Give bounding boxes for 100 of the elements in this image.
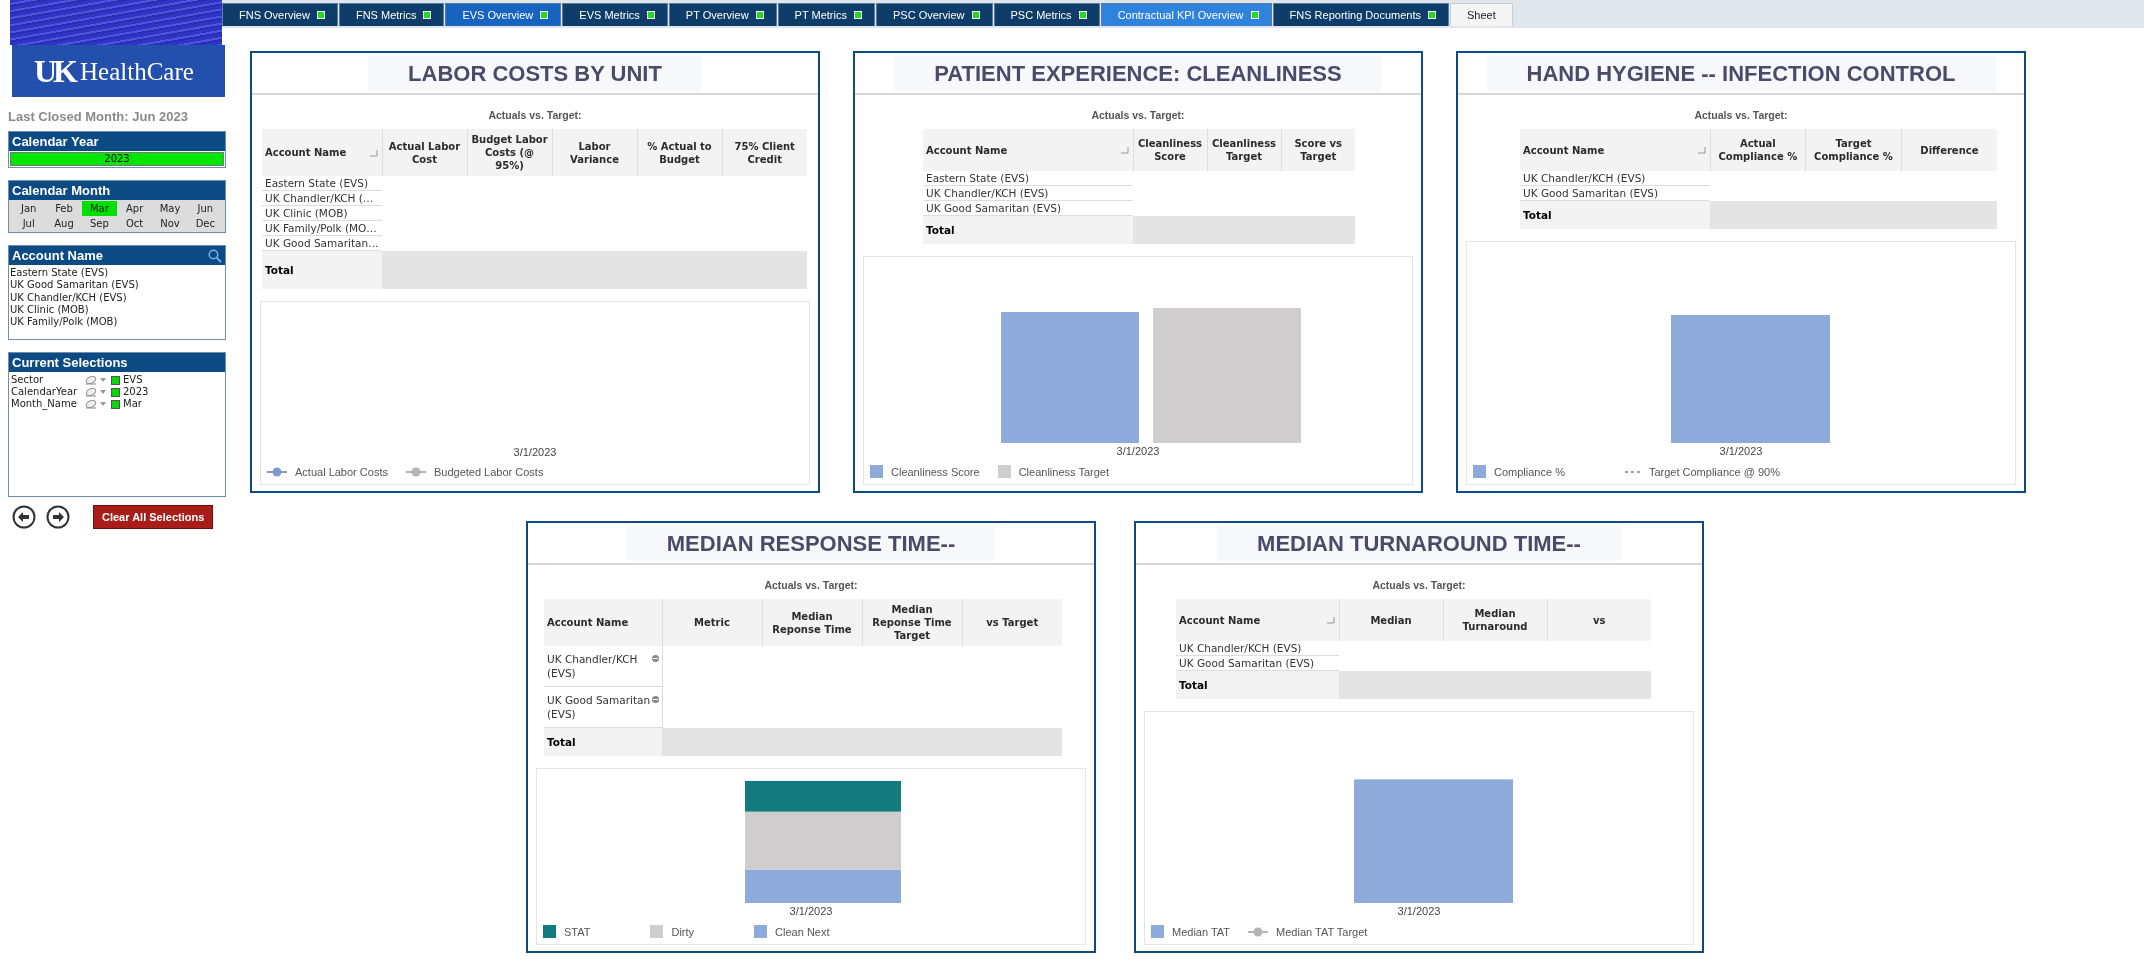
- month-option[interactable]: May: [152, 201, 188, 216]
- selection-value: EVS: [123, 374, 144, 386]
- section-header: Calendar Year: [9, 132, 225, 151]
- legend-label: Median TAT: [1172, 925, 1231, 938]
- column-header[interactable]: Account Name: [923, 129, 1133, 171]
- collapse-icon[interactable]: [651, 696, 659, 703]
- axis-label: 3/1/2023: [1396, 905, 1442, 917]
- column-header[interactable]: Median Turnaround: [1443, 599, 1547, 641]
- column-header[interactable]: Cleanliness Target: [1207, 129, 1281, 171]
- legend-label: Budgeted Labor Costs: [433, 466, 544, 478]
- axis-label: 3/1/2023: [512, 446, 558, 458]
- total-cell: Total: [923, 215, 1133, 244]
- account-cell: UK Chandler/KCH (EVS): [1520, 171, 1710, 186]
- account-cell: UK Chandler/KCH (EVS): [1176, 641, 1339, 656]
- legend-label: STAT: [564, 925, 591, 938]
- eraser-icon[interactable]: [85, 387, 97, 397]
- month-option[interactable]: Aug: [46, 216, 82, 231]
- eraser-icon[interactable]: [85, 375, 97, 385]
- account-cell: UK Good Samaritan…: [262, 235, 382, 251]
- column-header[interactable]: Account Name: [1176, 599, 1339, 641]
- month-option[interactable]: Apr: [117, 201, 153, 216]
- column-header[interactable]: Labor Variance: [552, 129, 637, 176]
- column-header[interactable]: vs: [1547, 599, 1651, 641]
- month-option[interactable]: Mar: [81, 201, 117, 216]
- column-header[interactable]: Metric: [662, 599, 762, 646]
- legend-label: Cleanliness Score: [891, 465, 980, 478]
- axis-label: 3/1/2023: [1718, 445, 1764, 457]
- logo-mark: UK: [34, 55, 74, 87]
- status-indicator-icon: [853, 11, 862, 19]
- last-closed-month: Last Closed Month: Jun 2023: [8, 109, 189, 124]
- month-option[interactable]: Sep: [81, 216, 117, 231]
- sort-icon[interactable]: [1325, 617, 1335, 624]
- column-header[interactable]: Difference: [1901, 129, 1997, 171]
- column-header[interactable]: Actual Compliance %: [1710, 129, 1806, 171]
- account-list-item[interactable]: UK Good Samaritan (EVS): [10, 279, 224, 292]
- tab[interactable]: PSC Overview: [875, 3, 993, 26]
- tab[interactable]: Sheet: [1450, 3, 1513, 26]
- month-option[interactable]: Jul: [11, 216, 47, 231]
- tab[interactable]: PT Metrics: [777, 3, 875, 26]
- column-header[interactable]: Account Name: [1520, 129, 1710, 171]
- column-header[interactable]: Median Reponse Time: [762, 599, 862, 646]
- section-title: Account Name: [12, 248, 104, 263]
- selection-field: Month_Name: [11, 398, 85, 410]
- account-cell: UK Good Samaritan (EVS): [1520, 185, 1710, 201]
- status-indicator-icon: [1428, 11, 1436, 19]
- month-option[interactable]: Oct: [117, 216, 153, 231]
- tab[interactable]: FNS Reporting Documents: [1272, 3, 1449, 26]
- month-option[interactable]: Jun: [187, 201, 223, 216]
- column-header[interactable]: 75% Client Credit: [722, 129, 807, 176]
- column-header[interactable]: Account Name: [544, 599, 662, 646]
- column-header[interactable]: vs Target: [962, 599, 1062, 646]
- account-list-item[interactable]: UK Family/Polk (MOB): [10, 316, 224, 329]
- search-icon[interactable]: [208, 248, 222, 263]
- column-header[interactable]: % Actual to Budget: [637, 129, 722, 176]
- column-header[interactable]: Median: [1339, 599, 1443, 641]
- tab[interactable]: FNS Metrics: [338, 3, 445, 26]
- sort-icon[interactable]: [1119, 147, 1129, 154]
- tab[interactable]: PSC Metrics: [993, 3, 1100, 26]
- column-header[interactable]: Median Reponse Time Target: [862, 599, 962, 646]
- legend-label: Cleanliness Target: [1018, 465, 1109, 478]
- month-option[interactable]: Feb: [46, 201, 82, 216]
- panel-title: LABOR COSTS BY UNIT: [368, 56, 702, 91]
- eraser-icon[interactable]: [85, 399, 97, 409]
- account-list-item[interactable]: UK Clinic (MOB): [10, 303, 224, 317]
- sort-icon[interactable]: [368, 149, 378, 157]
- selection-field: Sector: [11, 374, 85, 386]
- table-subtitle: Actuals vs. Target:: [763, 579, 859, 591]
- panel-title: PATIENT EXPERIENCE: CLEANLINESS: [894, 56, 1382, 91]
- status-indicator-icon: [1250, 11, 1259, 19]
- column-header[interactable]: Score vs Target: [1281, 129, 1355, 171]
- tab[interactable]: FNS Overview: [222, 3, 338, 26]
- column-header[interactable]: Actual Labor Cost: [382, 129, 467, 176]
- account-cell: Eastern State (EVS): [923, 171, 1133, 186]
- status-indicator-icon: [971, 11, 980, 19]
- legend-label: Dirty: [671, 925, 695, 938]
- selection-value: 2023: [123, 386, 150, 398]
- account-list-item[interactable]: Eastern State (EVS): [10, 267, 224, 280]
- column-header[interactable]: Cleanliness Score: [1133, 129, 1207, 171]
- account-cell: Eastern State (EVS): [262, 176, 382, 191]
- tab[interactable]: EVS Metrics: [562, 3, 668, 26]
- account-list-item[interactable]: UK Chandler/KCH (EVS): [10, 291, 224, 304]
- tab[interactable]: PT Overview: [668, 3, 777, 26]
- account-cell: UK Chandler/KCH (EVS): [923, 185, 1133, 201]
- month-option[interactable]: Jan: [11, 201, 47, 216]
- status-indicator-icon: [646, 11, 655, 19]
- sort-icon[interactable]: [1696, 147, 1706, 154]
- column-header[interactable]: Budget Labor Costs (@ 95%): [467, 129, 552, 176]
- status-square-icon: [111, 399, 120, 409]
- column-header[interactable]: Account Name: [262, 129, 382, 176]
- collapse-icon[interactable]: [651, 655, 659, 662]
- month-option[interactable]: Dec: [187, 216, 223, 231]
- tab[interactable]: Contractual KPI Overview: [1100, 3, 1272, 26]
- month-option[interactable]: Nov: [152, 216, 188, 231]
- column-header[interactable]: Target Compliance %: [1805, 129, 1902, 171]
- axis-label: 3/1/2023: [788, 905, 834, 917]
- tab[interactable]: EVS Overview: [445, 3, 562, 26]
- total-cell: Total: [544, 727, 662, 756]
- year-option[interactable]: 2023: [10, 152, 224, 166]
- clear-selections-button[interactable]: Clear All Selections: [93, 505, 214, 529]
- status-indicator-icon: [755, 11, 764, 19]
